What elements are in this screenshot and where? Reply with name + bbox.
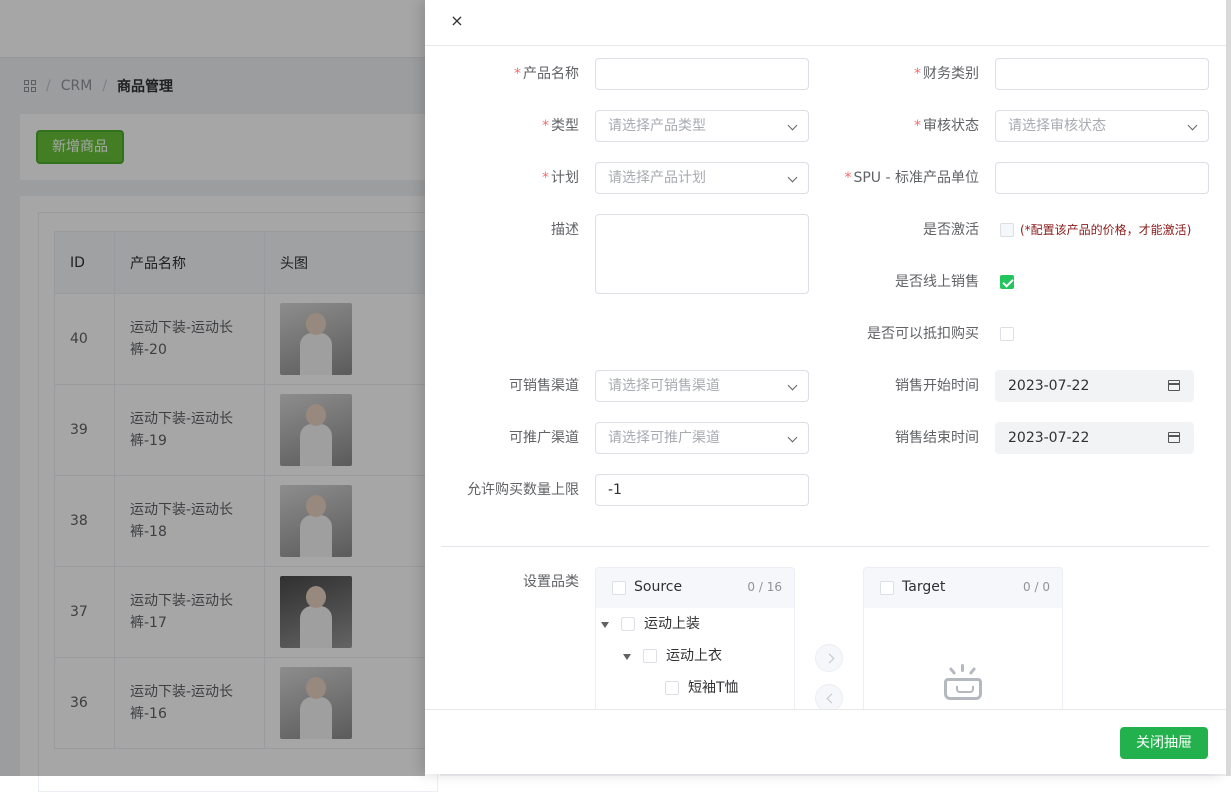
review-status-label: * 审核状态 — [914, 118, 979, 134]
sale-start-label: 销售开始时间 — [895, 378, 979, 394]
divider — [441, 546, 1209, 547]
tree-node-sport-shirts[interactable]: 运动上衣 — [666, 646, 722, 666]
chevron-down-icon — [787, 172, 798, 183]
source-select-all-checkbox[interactable] — [612, 581, 626, 595]
is-active-label: 是否激活 — [923, 222, 979, 238]
online-sale-label: 是否线上销售 — [895, 274, 979, 290]
target-title: Target — [902, 579, 946, 595]
is-active-hint: (*配置该产品的价格，才能激活) — [1020, 223, 1192, 237]
purchase-limit-input[interactable]: -1 — [595, 474, 809, 506]
category-label: 设置品类 — [523, 574, 579, 590]
tree-checkbox[interactable] — [643, 649, 657, 663]
scrollbar-track[interactable] — [1226, 0, 1231, 776]
tree-checkbox[interactable] — [665, 681, 679, 695]
calendar-icon — [1168, 380, 1180, 391]
product-name-input[interactable] — [595, 58, 809, 90]
close-icon[interactable]: × — [447, 11, 467, 31]
caret-down-icon[interactable] — [623, 654, 631, 660]
review-status-select[interactable]: 请选择审核状态 — [995, 110, 1209, 142]
tree-node-short-tshirt[interactable]: 短袖T恤 — [688, 678, 739, 698]
description-textarea[interactable] — [595, 214, 809, 294]
spu-input[interactable] — [995, 162, 1209, 194]
product-drawer: × * 产品名称 * 财务类别 * 类型 请选择产品类型 * 审核状态 请选择审核状态 … — [425, 0, 1226, 774]
caret-down-icon[interactable] — [601, 622, 609, 628]
chevron-down-icon — [787, 120, 798, 131]
spu-label: * SPU - 标准产品单位 — [844, 170, 979, 186]
sale-channel-label: 可销售渠道 — [509, 378, 579, 394]
deductible-label: 是否可以抵扣购买 — [867, 326, 979, 342]
description-label: 描述 — [551, 222, 579, 238]
close-drawer-button[interactable]: 关闭抽屉 — [1120, 727, 1208, 759]
online-sale-checkbox[interactable] — [1000, 275, 1014, 289]
source-title: Source — [634, 579, 683, 595]
chevron-down-icon — [787, 380, 798, 391]
sale-start-date-picker[interactable]: 2023-07-22 — [995, 370, 1194, 402]
transfer-right-button[interactable] — [815, 644, 843, 672]
sale-channel-select[interactable]: 请选择可销售渠道 — [595, 370, 809, 402]
transfer-left-button[interactable] — [815, 684, 843, 712]
finance-category-label: * 财务类别 — [914, 66, 979, 82]
target-count: 0 / 0 — [1023, 580, 1050, 594]
tree-node-sport-tops[interactable]: 运动上装 — [644, 614, 700, 634]
drawer-overlay-mask[interactable] — [0, 0, 425, 776]
tree-checkbox[interactable] — [621, 617, 635, 631]
empty-inbox-icon — [942, 664, 984, 704]
transfer-source-panel: Source 0 / 16 运动上装 运动上衣 短袖T恤 — [595, 567, 795, 709]
chevron-down-icon — [1187, 120, 1198, 131]
sale-end-label: 销售结束时间 — [895, 430, 979, 446]
drawer-footer: 关闭抽屉 — [425, 709, 1226, 774]
promo-channel-label: 可推广渠道 — [509, 430, 579, 446]
deductible-checkbox[interactable] — [1000, 327, 1014, 341]
sale-end-date-picker[interactable]: 2023-07-22 — [995, 422, 1194, 454]
source-count: 0 / 16 — [747, 580, 782, 594]
transfer-target-panel: Target 0 / 0 — [863, 567, 1063, 709]
product-name-label: * 产品名称 — [514, 66, 579, 82]
target-select-all-checkbox[interactable] — [880, 581, 894, 595]
type-label: * 类型 — [542, 118, 579, 134]
type-select[interactable]: 请选择产品类型 — [595, 110, 809, 142]
purchase-limit-label: 允许购买数量上限 — [467, 482, 579, 498]
drawer-header: × — [425, 0, 1226, 46]
finance-category-input[interactable] — [995, 58, 1209, 90]
is-active-checkbox[interactable] — [1000, 223, 1014, 237]
chevron-down-icon — [787, 432, 798, 443]
plan-select[interactable]: 请选择产品计划 — [595, 162, 809, 194]
promo-channel-select[interactable]: 请选择可推广渠道 — [595, 422, 809, 454]
plan-label: * 计划 — [542, 170, 579, 186]
calendar-icon — [1168, 432, 1180, 443]
